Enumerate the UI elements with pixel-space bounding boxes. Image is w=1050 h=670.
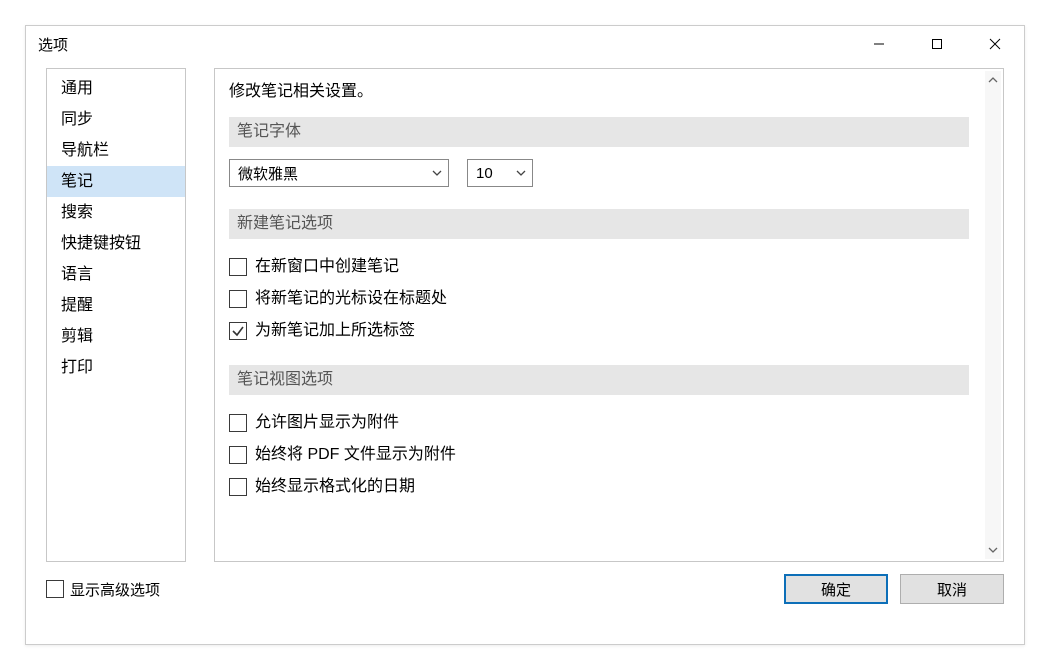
checkbox[interactable] <box>229 258 247 276</box>
checkbox[interactable] <box>229 478 247 496</box>
advanced-options-label: 显示高级选项 <box>70 579 160 600</box>
checkbox-label: 在新窗口中创建笔记 <box>255 251 399 283</box>
close-icon <box>989 38 1001 50</box>
checkbox-label: 始终显示格式化的日期 <box>255 471 415 503</box>
checkbox[interactable] <box>229 414 247 432</box>
checkbox[interactable] <box>46 580 64 598</box>
section-header-newnote: 新建笔记选项 <box>229 209 969 239</box>
window-controls <box>850 26 1024 62</box>
ok-button[interactable]: 确定 <box>784 574 888 604</box>
sidebar-item-search[interactable]: 搜索 <box>47 197 185 228</box>
cancel-button[interactable]: 取消 <box>900 574 1004 604</box>
sidebar-item-navbar[interactable]: 导航栏 <box>47 135 185 166</box>
checkbox-label: 允许图片显示为附件 <box>255 407 399 439</box>
chevron-down-icon <box>432 168 442 178</box>
maximize-button[interactable] <box>908 26 966 62</box>
checkbox[interactable] <box>229 290 247 308</box>
sidebar-item-reminder[interactable]: 提醒 <box>47 290 185 321</box>
font-size-value: 10 <box>476 165 493 182</box>
checkbox-row[interactable]: 将新笔记的光标设在标题处 <box>229 283 969 315</box>
scroll-up-icon[interactable] <box>985 71 1001 89</box>
font-family-value: 微软雅黑 <box>238 163 298 184</box>
font-family-select[interactable]: 微软雅黑 <box>229 159 449 187</box>
checkbox-row[interactable]: 始终将 PDF 文件显示为附件 <box>229 439 969 471</box>
advanced-options-checkbox[interactable]: 显示高级选项 <box>46 579 160 600</box>
sidebar-item-sync[interactable]: 同步 <box>47 104 185 135</box>
chevron-down-icon <box>516 168 526 178</box>
checkbox-row[interactable]: 为新笔记加上所选标签 <box>229 315 969 347</box>
checkbox[interactable] <box>229 446 247 464</box>
close-button[interactable] <box>966 26 1024 62</box>
scroll-down-icon[interactable] <box>985 541 1001 559</box>
vertical-scrollbar[interactable] <box>985 71 1001 559</box>
sidebar-item-shortcut[interactable]: 快捷键按钮 <box>47 228 185 259</box>
sidebar-item-general[interactable]: 通用 <box>47 73 185 104</box>
category-sidebar: 通用 同步 导航栏 笔记 搜索 快捷键按钮 语言 提醒 剪辑 打印 <box>46 68 186 562</box>
checkbox-label: 为新笔记加上所选标签 <box>255 315 415 347</box>
panel-description: 修改笔记相关设置。 <box>229 77 969 101</box>
sidebar-item-note[interactable]: 笔记 <box>47 166 185 197</box>
options-dialog: 选项 通用 同步 导航栏 笔记 搜索 快捷键按钮 语言 提醒 <box>25 25 1025 645</box>
section-header-font: 笔记字体 <box>229 117 969 147</box>
minimize-icon <box>873 38 885 50</box>
maximize-icon <box>931 38 943 50</box>
sidebar-item-clip[interactable]: 剪辑 <box>47 321 185 352</box>
checkbox[interactable] <box>229 322 247 340</box>
checkbox-label: 始终将 PDF 文件显示为附件 <box>255 439 456 471</box>
font-size-select[interactable]: 10 <box>467 159 533 187</box>
sidebar-item-language[interactable]: 语言 <box>47 259 185 290</box>
checkbox-row[interactable]: 在新窗口中创建笔记 <box>229 251 969 283</box>
checkbox-label: 将新笔记的光标设在标题处 <box>255 283 447 315</box>
sidebar-item-print[interactable]: 打印 <box>47 352 185 383</box>
check-icon <box>231 324 245 338</box>
checkbox-row[interactable]: 允许图片显示为附件 <box>229 407 969 439</box>
titlebar: 选项 <box>26 26 1024 62</box>
minimize-button[interactable] <box>850 26 908 62</box>
window-title: 选项 <box>38 34 68 55</box>
settings-panel: 修改笔记相关设置。 笔记字体 微软雅黑 10 新建笔记选项 <box>214 68 1004 562</box>
section-header-view: 笔记视图选项 <box>229 365 969 395</box>
checkbox-row[interactable]: 始终显示格式化的日期 <box>229 471 969 503</box>
